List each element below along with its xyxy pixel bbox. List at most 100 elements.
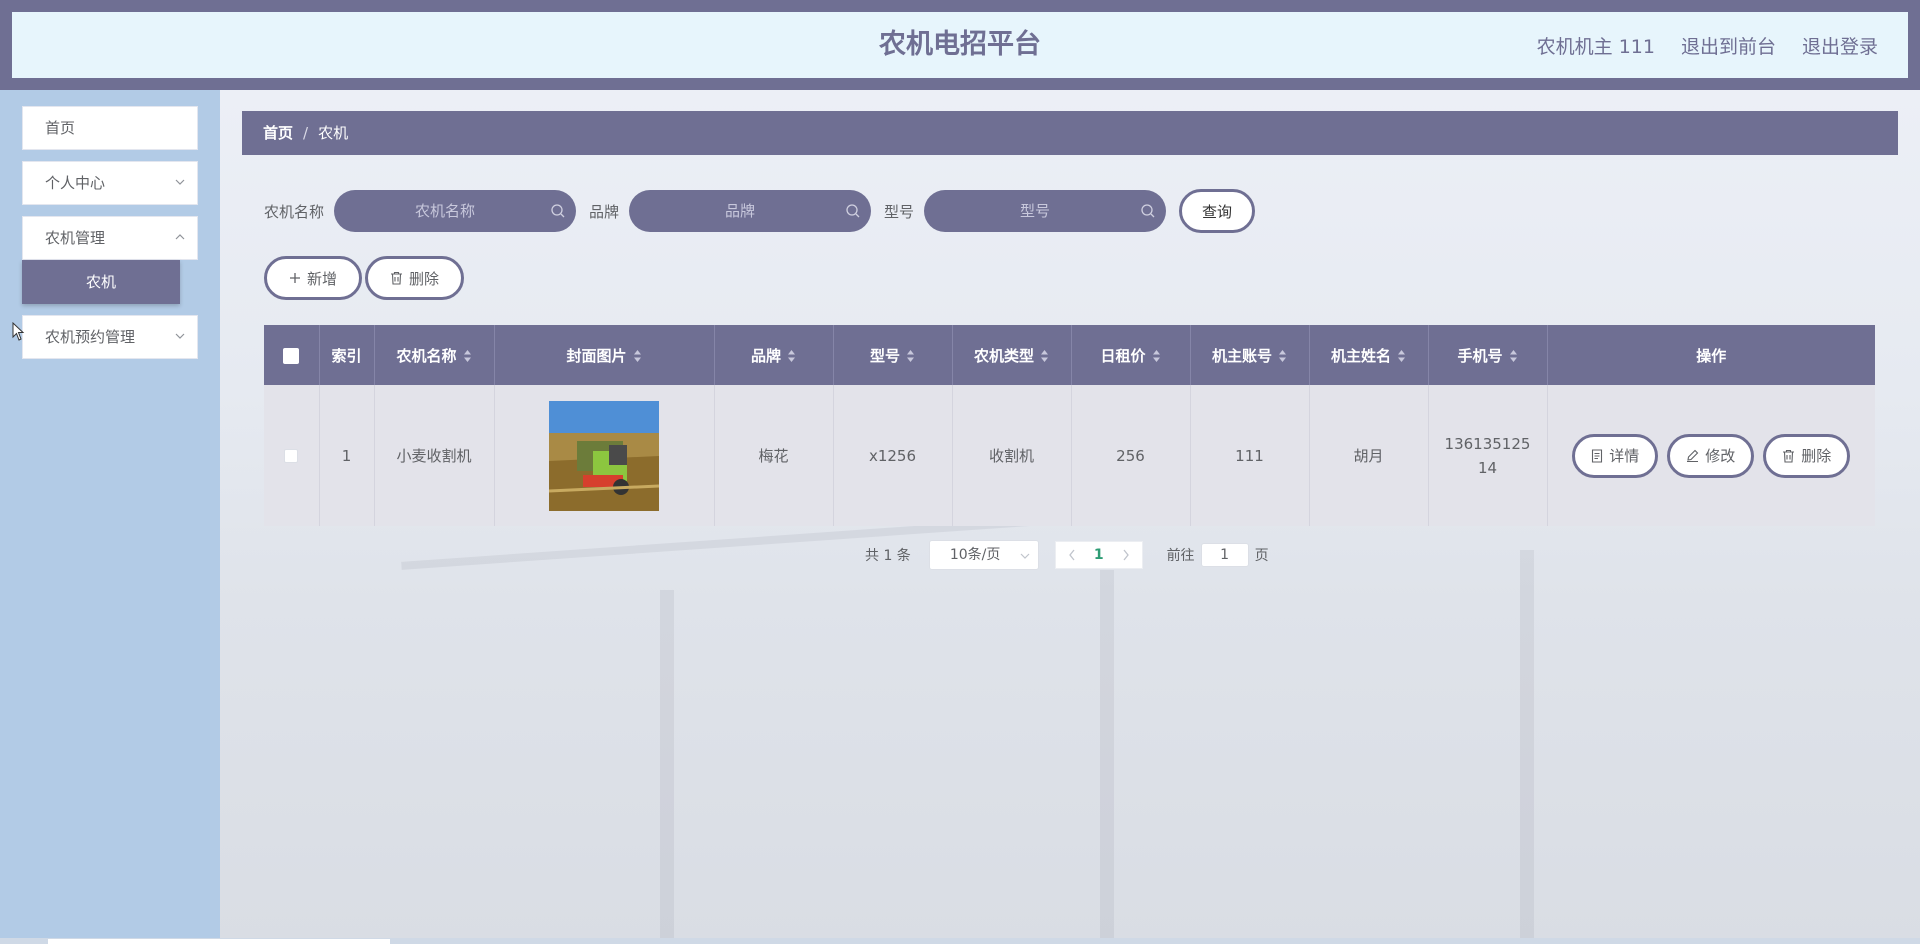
sort-icon[interactable] [633, 349, 642, 363]
delete-button-label: 删除 [1801, 447, 1832, 465]
goto-page-input[interactable] [1200, 543, 1249, 567]
sort-icon[interactable] [787, 349, 796, 363]
batch-delete-button[interactable]: 删除 [365, 256, 465, 300]
account-cell: 111 [1190, 385, 1310, 526]
search-icon [551, 204, 565, 218]
sort-icon[interactable] [1509, 349, 1518, 363]
chevron-down-icon [175, 179, 185, 185]
sort-icon[interactable] [1040, 349, 1049, 363]
breadcrumb: 首页 / 农机 [242, 111, 1898, 155]
pagination-total: 共 1 条 [865, 548, 911, 564]
header-actions: 农机机主 111 退出到前台 退出登录 [1537, 12, 1878, 78]
scrollbar-thumb[interactable] [48, 939, 390, 944]
price-cell: 256 [1071, 385, 1191, 526]
header-select-all [264, 325, 320, 385]
select-all-checkbox[interactable] [283, 347, 300, 364]
pagination: 共 1 条 10条/页 1 前往 页 [865, 540, 1269, 570]
page-size-select[interactable]: 10条/页 [928, 540, 1039, 570]
sidebar-subitem-machine[interactable]: 农机 [22, 260, 180, 304]
header-panel: 农机电招平台 农机机主 111 退出到前台 退出登录 [12, 12, 1908, 78]
bottom-scrollbar[interactable] [0, 938, 1920, 944]
sort-icon[interactable] [1278, 349, 1287, 363]
add-button-label: 新增 [307, 269, 338, 288]
column-header-label: 索引 [331, 346, 362, 365]
phone-cell: 13613512514 [1428, 385, 1548, 526]
main-content: 首页 / 农机 农机名称 品牌 型号 查询 新增 删除 [220, 90, 1920, 944]
sort-icon[interactable] [906, 349, 915, 363]
name-search-input[interactable] [334, 190, 577, 232]
column-header[interactable]: 机主账号 [1190, 325, 1310, 385]
column-header[interactable]: 封面图片 [494, 325, 715, 385]
top-bar: 农机电招平台 农机机主 111 退出到前台 退出登录 [0, 0, 1920, 90]
column-header: 索引 [319, 325, 375, 385]
page-number[interactable]: 1 [1094, 547, 1104, 563]
cover-image[interactable] [549, 400, 659, 511]
model-cell: x1256 [833, 385, 953, 526]
column-header-label: 机主账号 [1211, 346, 1272, 365]
edit-button-label: 修改 [1705, 447, 1736, 465]
breadcrumb-separator: / [303, 124, 309, 142]
model-search-input[interactable] [924, 190, 1167, 232]
row-actions: 详情 修改 删除 [1548, 433, 1876, 478]
owner-cell: 胡月 [1309, 385, 1429, 526]
goto-label: 前往 [1166, 548, 1195, 564]
detail-button[interactable]: 详情 [1572, 433, 1659, 478]
page-unit-label: 页 [1254, 548, 1269, 564]
column-header-label: 操作 [1696, 346, 1727, 365]
sort-icon[interactable] [1152, 349, 1161, 363]
background-decoration [660, 590, 674, 944]
sort-icon[interactable] [463, 349, 472, 363]
background-decoration [1100, 570, 1114, 944]
sidebar-item-profile[interactable]: 个人中心 [22, 161, 198, 205]
sidebar-item-machine-mgmt[interactable]: 农机管理 [22, 216, 198, 260]
name-search-label: 农机名称 [264, 202, 325, 221]
chevron-down-icon [175, 333, 185, 339]
column-header: 操作 [1547, 325, 1875, 385]
mouse-cursor-icon [12, 322, 25, 341]
sort-icon[interactable] [1397, 349, 1406, 363]
sidebar-item-label: 农机预约管理 [45, 328, 136, 346]
row-select-cell [264, 385, 320, 526]
column-header-label: 型号 [869, 346, 900, 365]
delete-button[interactable]: 删除 [1763, 433, 1851, 478]
column-header[interactable]: 机主姓名 [1309, 325, 1429, 385]
column-header[interactable]: 品牌 [714, 325, 834, 385]
harvester-image [549, 400, 659, 511]
model-search-box [924, 190, 1167, 232]
detail-button-label: 详情 [1609, 447, 1640, 465]
table-row: 1 小麦收割机 梅花 x1256 收割机 256 111 胡月 13613512… [264, 385, 1875, 526]
column-header[interactable]: 农机类型 [952, 325, 1072, 385]
sidebar-item-label: 个人中心 [45, 174, 106, 192]
row-checkbox[interactable] [284, 449, 299, 463]
brand-search-input[interactable] [629, 190, 872, 232]
column-header-label: 品牌 [750, 346, 781, 365]
column-header[interactable]: 日租价 [1071, 325, 1191, 385]
column-header[interactable]: 手机号 [1428, 325, 1548, 385]
sidebar-item-home[interactable]: 首页 [22, 106, 198, 150]
chevron-up-icon [175, 234, 185, 240]
background-decoration [1520, 550, 1534, 944]
prev-page-icon[interactable] [1068, 549, 1076, 561]
query-button[interactable]: 查询 [1179, 189, 1256, 233]
edit-button[interactable]: 修改 [1667, 433, 1755, 478]
type-cell: 收割机 [952, 385, 1072, 526]
column-header[interactable]: 农机名称 [374, 325, 495, 385]
column-header-label: 农机类型 [973, 346, 1034, 365]
breadcrumb-home[interactable]: 首页 [263, 124, 293, 142]
sidebar: 首页 个人中心 农机管理 农机 农机预约管理 [0, 90, 220, 944]
action-bar: 新增 删除 [264, 256, 465, 300]
sidebar-item-reservation-mgmt[interactable]: 农机预约管理 [22, 315, 198, 359]
logout-link[interactable]: 退出登录 [1802, 32, 1878, 59]
column-header-label: 日租价 [1100, 346, 1146, 365]
back-to-front-link[interactable]: 退出到前台 [1681, 32, 1776, 59]
next-page-icon[interactable] [1122, 549, 1130, 561]
search-icon [1141, 204, 1155, 218]
trash-icon [391, 271, 403, 285]
brand-search-label: 品牌 [589, 202, 620, 221]
batch-delete-button-label: 删除 [409, 269, 440, 288]
column-header-label: 机主姓名 [1330, 346, 1391, 365]
column-header[interactable]: 型号 [833, 325, 953, 385]
add-button[interactable]: 新增 [264, 256, 363, 300]
column-header-label: 农机名称 [396, 346, 457, 365]
name-cell: 小麦收割机 [374, 385, 495, 526]
